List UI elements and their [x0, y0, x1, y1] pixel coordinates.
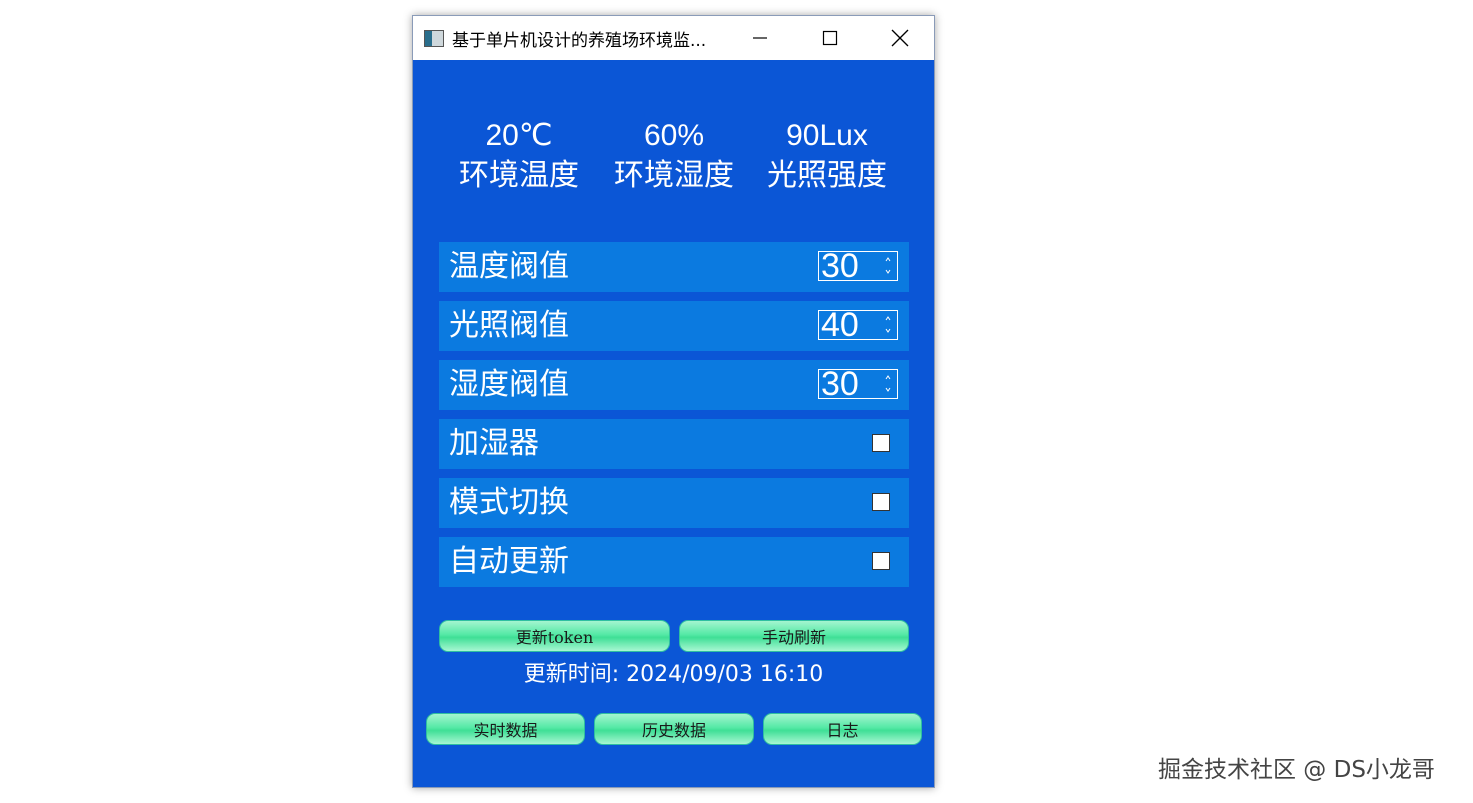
log-button[interactable]: 日志 [763, 713, 922, 745]
app-window: 基于单片机设计的养殖场环境监... 20℃ 环境温度 60% 环境湿度 90Lu… [412, 15, 935, 788]
spin-up-icon[interactable] [882, 371, 894, 383]
temp-threshold-spinbox[interactable]: 30 [818, 247, 898, 285]
temp-threshold-label: 温度阀值 [449, 249, 569, 284]
humidity-value: 60% [643, 119, 705, 152]
realtime-data-button[interactable]: 实时数据 [426, 713, 585, 745]
update-token-button[interactable]: 更新token [439, 620, 670, 652]
auto-update-label: 自动更新 [449, 544, 569, 579]
auto-update-checkbox[interactable] [872, 552, 890, 570]
spin-up-icon[interactable] [882, 253, 894, 265]
app-icon [424, 29, 444, 47]
minimize-button[interactable] [725, 16, 795, 60]
row-mode-switch: 模式切换 [439, 478, 909, 528]
humidity-label: 环境湿度 [614, 158, 734, 193]
watermark: 掘金技术社区 @ DS小龙哥 [1158, 757, 1435, 783]
light-threshold-label: 光照阀值 [449, 308, 569, 343]
sensor-temperature: 20℃ 环境温度 [444, 116, 594, 196]
row-temp-threshold: 温度阀值 30 [439, 242, 909, 292]
humidity-threshold-label: 湿度阀值 [449, 367, 569, 402]
row-light-threshold: 光照阀值 40 [439, 301, 909, 351]
update-time: 更新时间: 2024/09/03 16:10 [523, 662, 824, 687]
light-threshold-value: 40 [821, 306, 859, 344]
sensor-humidity: 60% 环境湿度 [599, 116, 749, 196]
maximize-icon [822, 30, 838, 46]
humidifier-checkbox[interactable] [872, 434, 890, 452]
temp-threshold-value: 30 [821, 247, 859, 285]
manual-refresh-button[interactable]: 手动刷新 [679, 620, 909, 652]
spin-up-icon[interactable] [882, 312, 894, 324]
humidifier-label: 加湿器 [449, 426, 539, 461]
humidity-threshold-value: 30 [821, 365, 859, 403]
sensor-light: 90Lux 光照强度 [752, 116, 902, 196]
mode-switch-checkbox[interactable] [872, 493, 890, 511]
close-button[interactable] [865, 16, 935, 60]
temperature-label: 环境温度 [459, 158, 579, 193]
humidity-threshold-spinbox[interactable]: 30 [818, 365, 898, 403]
maximize-button[interactable] [795, 16, 865, 60]
row-humidity-threshold: 湿度阀值 30 [439, 360, 909, 410]
history-data-button[interactable]: 历史数据 [594, 713, 754, 745]
light-label: 光照强度 [767, 158, 887, 193]
minimize-icon [753, 37, 767, 39]
close-icon [891, 29, 909, 47]
mode-switch-label: 模式切换 [449, 485, 569, 520]
row-humidifier: 加湿器 [439, 419, 909, 469]
light-value: 90Lux [786, 119, 868, 152]
light-threshold-spinbox[interactable]: 40 [818, 306, 898, 344]
spin-down-icon[interactable] [882, 384, 894, 396]
window-title: 基于单片机设计的养殖场环境监... [452, 30, 707, 51]
row-auto-update: 自动更新 [439, 537, 909, 587]
title-bar[interactable]: 基于单片机设计的养殖场环境监... [413, 16, 934, 60]
spin-down-icon[interactable] [882, 266, 894, 278]
spin-down-icon[interactable] [882, 325, 894, 337]
temperature-value: 20℃ [485, 119, 553, 152]
